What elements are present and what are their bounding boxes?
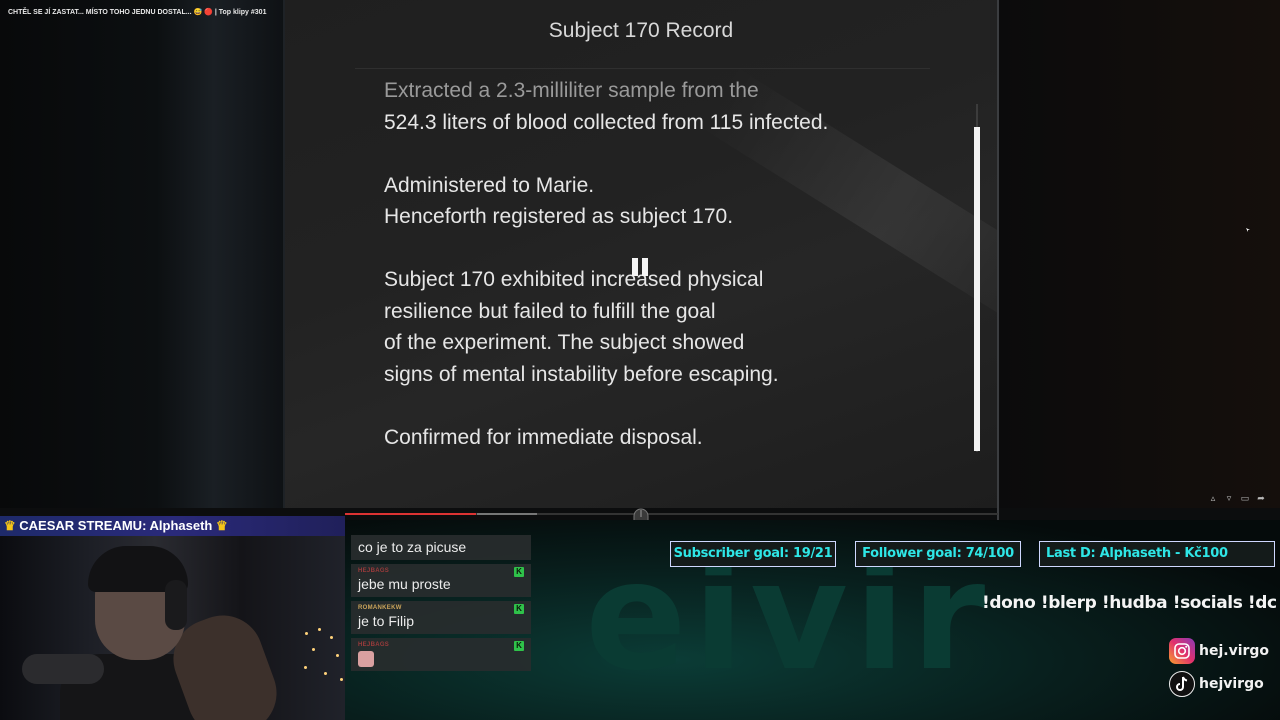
chat-badge-icon: K [514, 641, 524, 651]
document-line: Administered to Marie. [384, 173, 595, 197]
instagram-handle: hej.virgo [1169, 638, 1269, 664]
crown-icon: ♛ [4, 518, 16, 533]
right-background [999, 0, 1280, 508]
chat-username: ROMANKEKW [358, 605, 402, 611]
document-line: Henceforth registered as subject 170. [384, 205, 734, 228]
title-divider [355, 68, 930, 69]
chat-emote-icon [358, 651, 374, 667]
chat-message: co je to za picuse [351, 535, 531, 560]
follower-goal: Follower goal: 74/100 [855, 541, 1021, 567]
subscriber-goal: Subscriber goal: 19/21 [670, 541, 836, 567]
dislike-icon[interactable]: ▿ [1224, 493, 1234, 503]
scrollbar-thumb[interactable] [974, 127, 980, 451]
chat-text: je to Filip [358, 613, 415, 629]
pause-icon[interactable] [632, 258, 649, 276]
share-icon[interactable]: ➦ [1256, 493, 1266, 503]
player-side-controls: ▵ ▿ ▭ ➦ [1208, 493, 1266, 505]
faded-line: Extracted a 2.3-milliliter sample from t… [384, 79, 759, 102]
document-line: signs of mental instability before escap… [384, 362, 779, 386]
chat-badge-icon: K [514, 567, 524, 577]
chat-badge-icon: K [514, 604, 524, 614]
document-line: 524.3 liters of blood collected from 115… [384, 110, 829, 134]
like-icon[interactable]: ▵ [1208, 493, 1218, 503]
instagram-icon [1169, 638, 1195, 664]
document-body: Extracted a 2.3-milliliter sample from t… [384, 75, 944, 485]
webcam-feed [0, 536, 345, 720]
progress-fill [345, 513, 476, 515]
document-title: Subject 170 Record [548, 19, 734, 42]
panel-divider-right [997, 0, 999, 535]
chat-message: ROMANKEKW K je to Filip [351, 601, 531, 634]
chat-message: HEJBAGS K jebe mu proste [351, 564, 531, 597]
document-line: resilience but failed to fulfill the goa… [384, 299, 716, 323]
chat-text: co je to za picuse [358, 539, 467, 555]
last-donation: Last D: Alphaseth - Kč100 [1039, 541, 1275, 567]
progress-buffer [477, 513, 537, 515]
cursor-icon [1246, 228, 1250, 232]
chat-text: jebe mu proste [358, 576, 451, 592]
instagram-label: hej.virgo [1199, 643, 1270, 659]
document-panel: Subject 170 Record Extracted a 2.3-milli… [285, 0, 997, 508]
tiktok-handle: hejvirgo [1169, 671, 1264, 697]
comment-icon[interactable]: ▭ [1240, 493, 1250, 503]
crown-icon: ♛ [216, 518, 228, 533]
left-background [0, 0, 285, 508]
chat-username: HEJBAGS [358, 642, 390, 648]
document-line: Confirmed for immediate disposal. [384, 425, 703, 449]
video-progress-bar[interactable] [345, 513, 998, 515]
video-title: CHTĚL SE JÍ ZASTAT... MÍSTO TOHO JEDNU D… [8, 9, 267, 16]
caesar-banner: ♛ CAESAR STREAMU: Alphaseth ♛ [0, 516, 345, 536]
caesar-text: CAESAR STREAMU: Alphaseth [19, 518, 213, 533]
tiktok-label: hejvirgo [1199, 676, 1264, 692]
chat-overlay: co je to za picuse HEJBAGS K jebe mu pro… [351, 535, 531, 675]
chat-username: HEJBAGS [358, 568, 390, 574]
chat-commands: !dono !blerp !hudba !socials !dc [982, 593, 1277, 613]
document-line: Subject 170 exhibited increased physical [384, 268, 764, 291]
tiktok-icon [1169, 671, 1195, 697]
document-line: of the experiment. The subject showed [384, 331, 745, 354]
chat-message: HEJBAGS K [351, 638, 531, 671]
